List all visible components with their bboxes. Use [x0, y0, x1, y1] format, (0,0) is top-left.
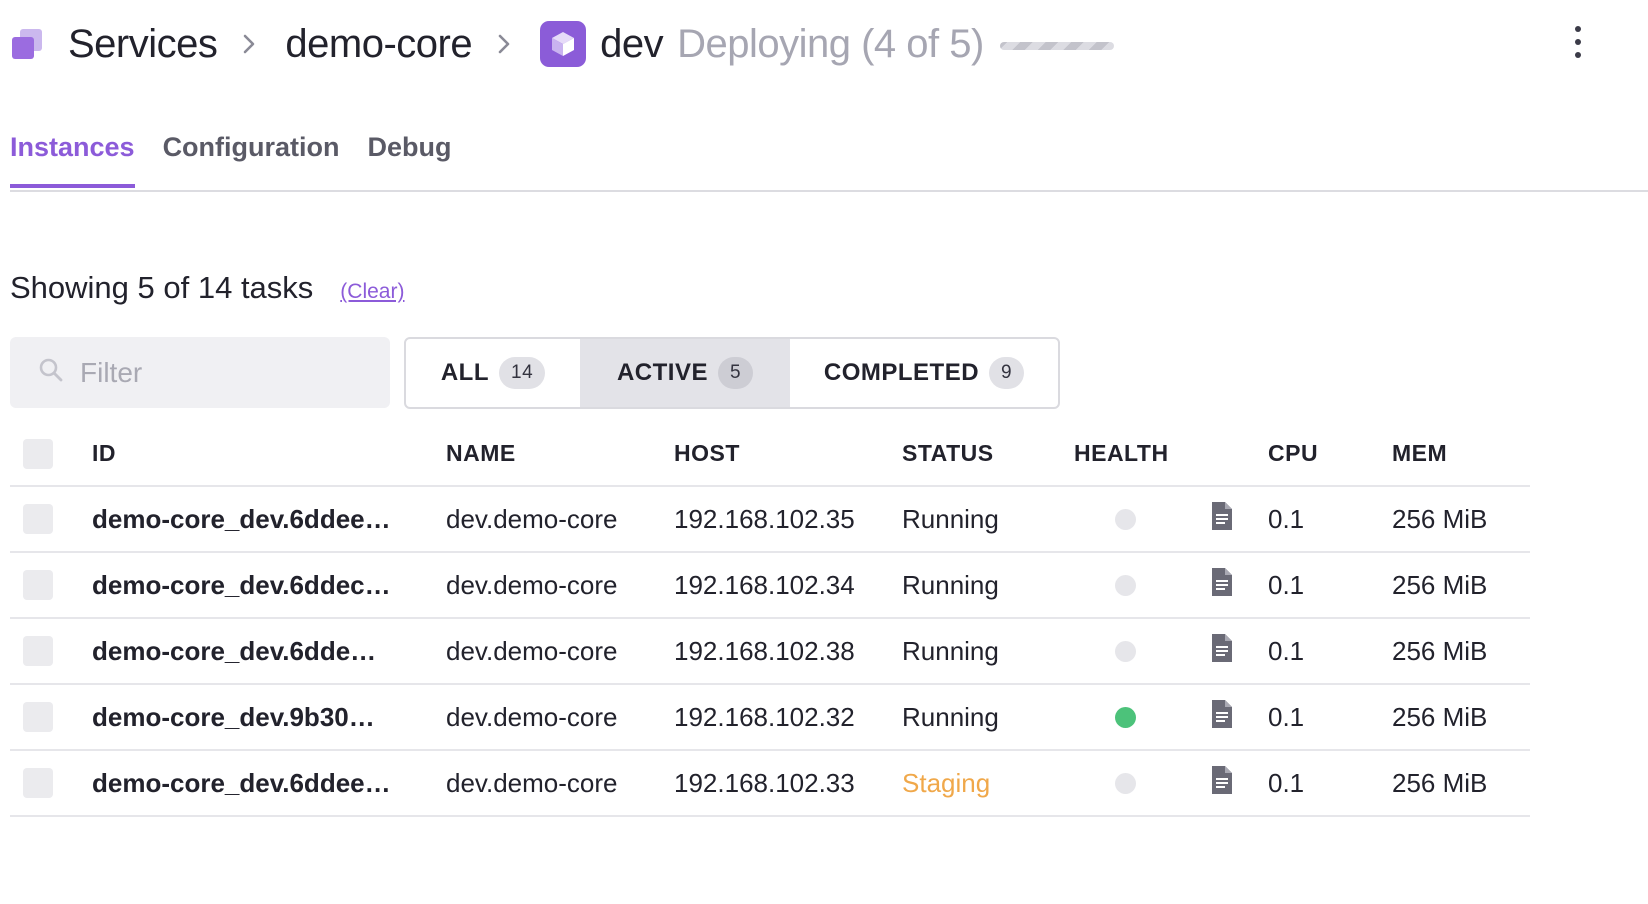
task-cpu: 0.1: [1268, 701, 1305, 732]
task-cpu: 0.1: [1268, 503, 1305, 534]
task-name: dev.demo-core: [446, 767, 618, 798]
task-cpu: 0.1: [1268, 569, 1305, 600]
document-icon[interactable]: [1210, 699, 1234, 736]
filter-input[interactable]: [78, 355, 362, 390]
segment-all-label: ALL: [440, 359, 489, 386]
task-id-link[interactable]: demo-core_dev.6ddee…: [92, 504, 391, 535]
breadcrumb-env: dev: [600, 21, 664, 66]
task-id-link[interactable]: demo-core_dev.6ddec…: [92, 570, 391, 601]
tab-bar: Instances Configuration Debug: [10, 128, 1648, 192]
deployment-status: Deploying (4 of 5): [677, 21, 984, 66]
task-name: dev.demo-core: [446, 635, 618, 666]
table-row[interactable]: demo-core_dev.6ddee… dev.demo-core 192.168…: [10, 751, 1530, 817]
chevron-right-icon: [235, 24, 263, 64]
segment-active-label: ACTIVE: [616, 359, 708, 386]
tab-debug[interactable]: Debug: [368, 128, 452, 188]
tab-configuration[interactable]: Configuration: [163, 128, 340, 188]
segment-completed-label: COMPLETED: [823, 359, 980, 386]
document-icon[interactable]: [1210, 501, 1234, 538]
chevron-right-icon: [490, 24, 518, 64]
task-mem: 256 MiB: [1392, 767, 1488, 798]
table-row[interactable]: demo-core_dev.6ddec… dev.demo-core 192.168…: [10, 553, 1530, 619]
column-header-mem[interactable]: MEM: [1392, 422, 1447, 485]
table-row[interactable]: demo-core_dev.6ddee… dev.demo-core 192.168…: [10, 487, 1530, 553]
segment-completed[interactable]: COMPLETED 9: [790, 339, 1058, 407]
more-vertical-icon[interactable]: [1572, 26, 1584, 58]
task-count-text: Showing 5 of 14 tasks: [10, 270, 314, 305]
health-indicator: [1115, 574, 1136, 596]
segment-all-count: 14: [499, 357, 546, 389]
task-name: dev.demo-core: [446, 569, 618, 600]
search-icon: [38, 357, 64, 388]
task-cpu: 0.1: [1268, 635, 1305, 666]
column-header-cpu[interactable]: CPU: [1268, 422, 1318, 485]
breadcrumb-service[interactable]: demo-core: [285, 22, 472, 67]
breadcrumb-services[interactable]: Services: [68, 22, 218, 67]
column-header-health[interactable]: HEALTH: [1074, 422, 1169, 485]
row-checkbox[interactable]: [23, 702, 53, 732]
document-icon[interactable]: [1210, 567, 1234, 604]
row-checkbox[interactable]: [23, 768, 53, 798]
segment-active[interactable]: ACTIVE 5: [580, 339, 790, 407]
column-header-id[interactable]: ID: [92, 422, 422, 485]
document-icon[interactable]: [1210, 765, 1234, 802]
filter-box[interactable]: [10, 337, 390, 408]
select-all-checkbox[interactable]: [23, 438, 53, 469]
row-checkbox[interactable]: [23, 636, 53, 666]
row-checkbox[interactable]: [23, 570, 53, 600]
task-status: Running: [902, 569, 999, 600]
table-header: ID NAME HOST STATUS HEALTH CPU MEM: [10, 422, 1530, 487]
segment-completed-count: 9: [989, 357, 1025, 389]
task-mem: 256 MiB: [1392, 503, 1488, 534]
task-status: Running: [902, 635, 999, 666]
cube-icon: [540, 21, 587, 67]
task-mem: 256 MiB: [1392, 635, 1488, 666]
column-header-name[interactable]: NAME: [446, 422, 516, 485]
deployment-progress: [999, 42, 1114, 50]
column-header-host[interactable]: HOST: [674, 422, 740, 485]
segment-active-count: 5: [717, 357, 754, 389]
task-mem: 256 MiB: [1392, 701, 1488, 732]
task-host: 192.168.102.34: [674, 569, 855, 600]
task-mem: 256 MiB: [1392, 569, 1488, 600]
clear-filter-link[interactable]: (Clear): [340, 280, 404, 304]
row-checkbox[interactable]: [23, 504, 53, 534]
task-host: 192.168.102.38: [674, 635, 855, 666]
breadcrumb: Services demo-core dev Deploying (4 of 5…: [12, 14, 1648, 74]
column-header-status[interactable]: STATUS: [902, 422, 994, 485]
tab-instances[interactable]: Instances: [10, 128, 135, 188]
health-indicator: [1115, 640, 1136, 662]
task-name: dev.demo-core: [446, 503, 618, 534]
task-state-filter: ALL 14 ACTIVE 5 COMPLETED 9: [404, 337, 1060, 409]
tasks-table: ID NAME HOST STATUS HEALTH CPU MEM demo-…: [10, 422, 1530, 817]
segment-all[interactable]: ALL 14: [406, 339, 580, 407]
task-name: dev.demo-core: [446, 701, 618, 732]
task-host: 192.168.102.33: [674, 767, 855, 798]
task-summary: Showing 5 of 14 tasks (Clear): [10, 270, 404, 306]
task-id-link[interactable]: demo-core_dev.6dde…: [92, 636, 376, 667]
task-status: Staging: [902, 767, 991, 798]
task-id-link[interactable]: demo-core_dev.6ddee…: [92, 768, 391, 799]
task-status: Running: [902, 503, 999, 534]
task-status: Running: [902, 701, 999, 732]
health-indicator: [1115, 772, 1136, 794]
services-icon: [12, 29, 42, 59]
task-cpu: 0.1: [1268, 767, 1305, 798]
task-host: 192.168.102.35: [674, 503, 855, 534]
table-row[interactable]: demo-core_dev.9b30… dev.demo-core 192.168.…: [10, 685, 1530, 751]
health-indicator: [1115, 508, 1136, 530]
table-row[interactable]: demo-core_dev.6dde… dev.demo-core 192.168.…: [10, 619, 1530, 685]
health-indicator: [1115, 706, 1136, 728]
task-host: 192.168.102.32: [674, 701, 855, 732]
document-icon[interactable]: [1210, 633, 1234, 670]
task-id-link[interactable]: demo-core_dev.9b30…: [92, 702, 375, 733]
